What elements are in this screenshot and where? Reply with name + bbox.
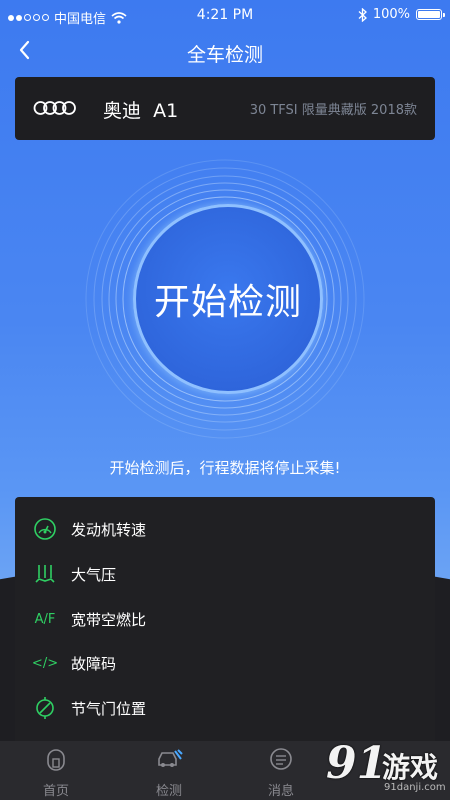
watermark-number: 91 [326,738,388,789]
feature-air-fuel-ratio: A/F 宽带空燃比 [33,604,146,634]
detection-notice: 开始检测后，行程数据将停止采集! [109,459,341,477]
battery-icon [416,9,445,20]
watermark-logo: 91 游戏 91danji.com [326,738,446,798]
speedometer-icon [33,517,57,541]
watermark-url: 91danji.com [384,782,446,793]
code-icon: </> [31,651,59,675]
tab-messages[interactable]: 消息 [251,747,311,799]
air-fuel-icon-text: A/F [34,611,56,627]
message-icon [270,748,292,770]
detection-items-panel: 发动机转速 大气压 A/F 宽带空燃比 </> 故障码 节气门位置 [15,497,435,747]
start-detection-label: 开始检测 [153,282,302,323]
vehicle-brand: 奥迪 [103,100,142,122]
air-fuel-icon: A/F [33,607,57,631]
feature-label: 发动机转速 [71,520,147,539]
vehicle-series: A1 [153,100,179,122]
feature-label: 宽带空燃比 [71,610,147,629]
page-title: 全车检测 [186,44,263,66]
feature-throttle-position: 节气门位置 [33,693,146,723]
home-icon [47,749,65,771]
feature-label: 故障码 [71,654,117,673]
car-repair-icon [158,749,183,767]
tab-detection[interactable]: 检测 [139,747,199,799]
code-icon-text: </> [31,655,59,671]
battery-percent: 100% [372,7,410,22]
watermark-text: 游戏 [382,751,439,784]
audi-logo-icon [33,101,76,115]
start-detection-button[interactable]: 开始检测 [133,204,323,394]
vehicle-model: 30 TFSI 限量典藏版 2018款 [249,103,417,118]
feature-atmospheric-pressure: 大气压 [33,559,116,589]
feature-fault-codes: </> 故障码 [31,648,117,678]
tab-home[interactable]: 首页 [26,747,86,799]
navigation-bar: 全车检测 [0,32,450,72]
feature-engine-rpm: 发动机转速 [33,514,146,544]
feature-label: 节气门位置 [71,699,147,718]
feature-label: 大气压 [71,565,117,584]
status-bar: 中国电信 4:21 PM 100% [0,0,450,32]
tab-detection-label: 检测 [155,784,182,799]
bluetooth-icon [358,7,367,22]
tab-messages-label: 消息 [267,784,294,799]
throttle-icon [33,696,57,720]
vehicle-name: 奥迪 A1 [103,96,178,123]
tab-home-label: 首页 [42,784,69,799]
pressure-icon [33,562,57,586]
vehicle-card[interactable]: 奥迪 A1 30 TFSI 限量典藏版 2018款 [15,77,435,140]
